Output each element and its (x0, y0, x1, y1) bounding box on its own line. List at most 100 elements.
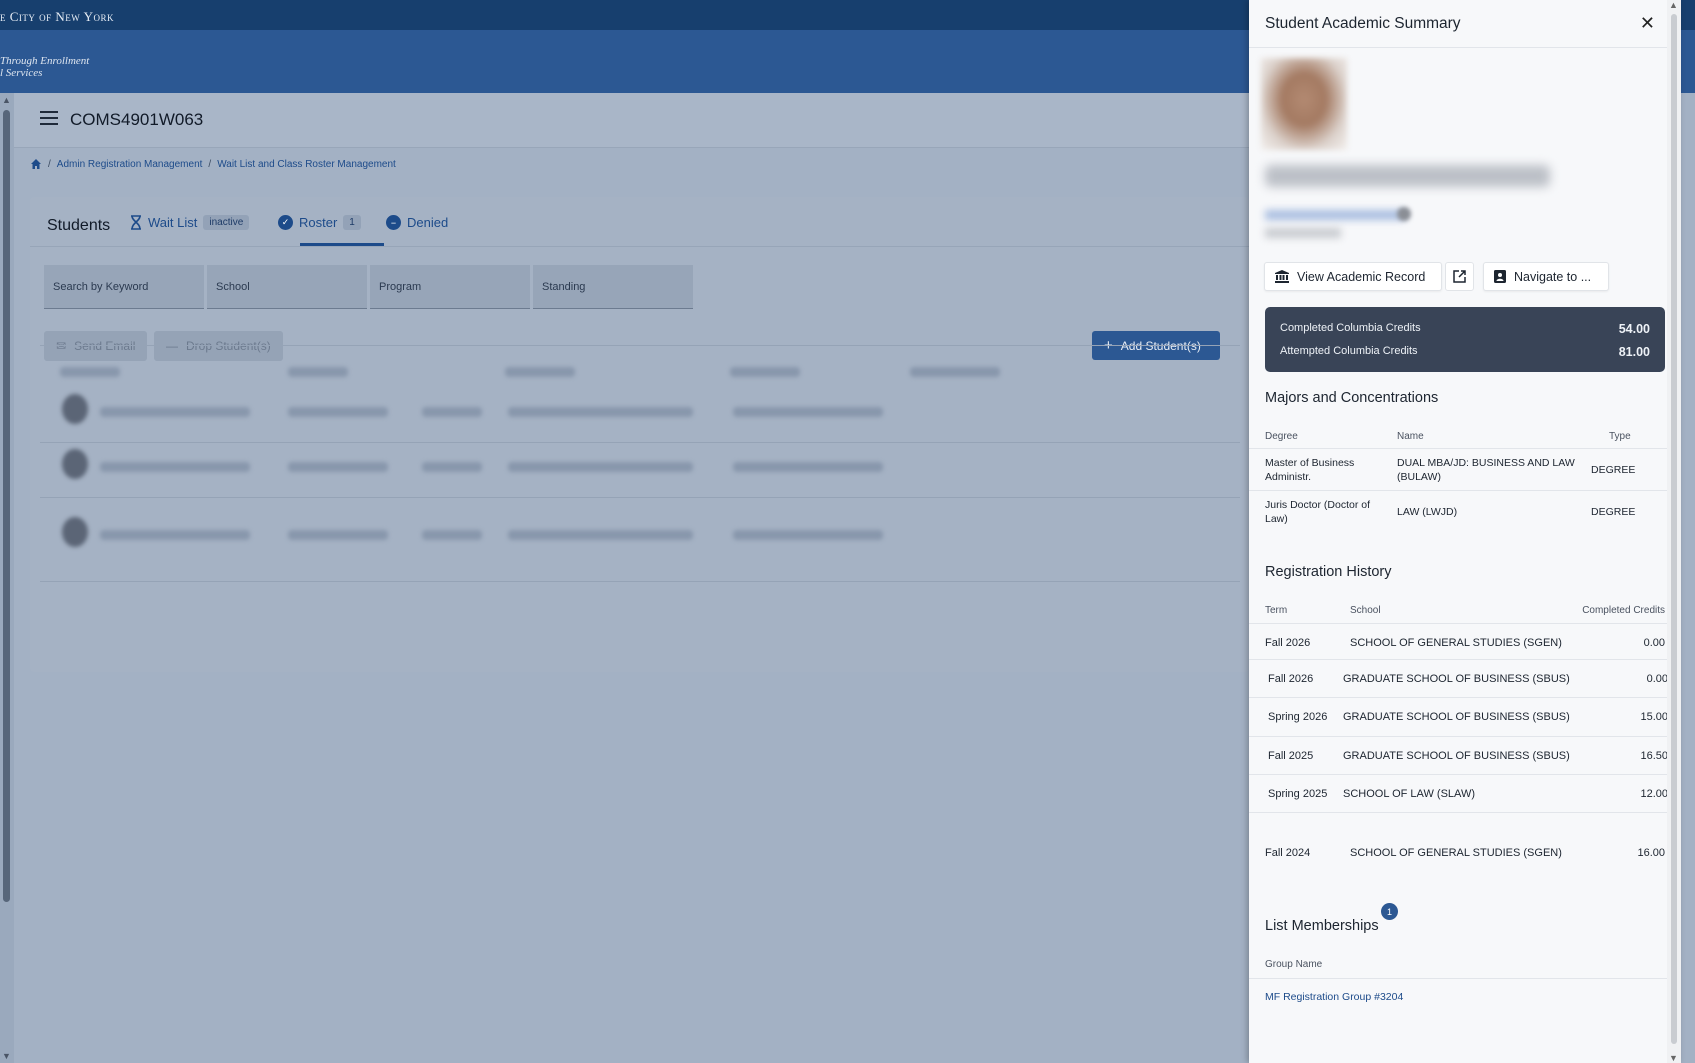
tab-divider (30, 246, 1249, 247)
breadcrumb-admin-registration[interactable]: Admin Registration Management (57, 159, 203, 170)
registration-header-term: Term (1265, 605, 1288, 616)
memberships-count-badge: 1 (1381, 903, 1398, 920)
breadcrumb-waitlist-roster[interactable]: Wait List and Class Roster Management (217, 159, 396, 170)
major-type: DEGREE (1591, 506, 1636, 518)
hourglass-icon (131, 215, 141, 230)
table-row (733, 407, 883, 417)
course-title: COMS4901W063 (70, 110, 204, 129)
credits-summary: Completed Columbia Credits 54.00 Attempt… (1265, 307, 1665, 372)
menu-icon[interactable] (40, 111, 58, 125)
external-link-icon (1453, 270, 1466, 283)
registration-credits: 16.50 (1640, 750, 1668, 762)
home-icon[interactable] (30, 158, 42, 170)
registration-term: Fall 2025 (1268, 750, 1314, 762)
group-name-link[interactable]: MF Registration Group #3204 (1265, 990, 1403, 1004)
table-divider (40, 345, 1240, 346)
divider (1249, 490, 1669, 491)
divider (1249, 978, 1667, 979)
blurred-header (910, 367, 1000, 377)
school-filter[interactable]: School (207, 265, 367, 309)
table-divider (40, 497, 1240, 498)
registration-credits: 15.00 (1640, 711, 1668, 723)
registration-header-school: School (1350, 605, 1381, 616)
majors-section-title: Majors and Concentrations (1265, 390, 1439, 406)
divider (1249, 697, 1667, 698)
divider (1249, 736, 1667, 737)
scrollbar-thumb[interactable] (1671, 14, 1677, 1044)
table-divider (40, 442, 1240, 443)
major-name: DUAL MBA/JD: BUSINESS AND LAW (BULAW) (1397, 457, 1575, 483)
close-icon[interactable]: ✕ (1640, 14, 1655, 32)
registration-school: GRADUATE SCHOOL OF BUSINESS (SBUS) (1343, 750, 1570, 762)
scroll-up-arrow-icon[interactable]: ▲ (1669, 0, 1678, 10)
completed-credits-label: Completed Columbia Credits (1280, 322, 1421, 334)
scroll-up-arrow-icon[interactable]: ▲ (2, 95, 11, 105)
blurred-header (730, 367, 800, 377)
copy-icon[interactable] (1397, 207, 1411, 221)
external-link-button[interactable] (1445, 262, 1474, 291)
breadcrumb: / Admin Registration Management / Wait L… (30, 158, 396, 170)
drop-students-button[interactable]: — Drop Student(s) (154, 331, 283, 361)
table-row (288, 530, 388, 540)
university-name: e City of New York (0, 9, 114, 24)
contact-card-icon (1494, 270, 1506, 283)
major-degree: Master of Business Administr. (1265, 457, 1355, 483)
table-row (288, 462, 388, 472)
divider (1249, 659, 1667, 660)
tab-roster[interactable]: ✓ Roster 1 (278, 215, 361, 230)
course-header: COMS4901W063 (14, 93, 1249, 148)
table-row: Spring 2025 SCHOOL OF LAW (SLAW) 12.00 (1268, 779, 1668, 809)
table-row[interactable] (100, 407, 250, 417)
registration-school: SCHOOL OF GENERAL STUDIES (SGEN) (1350, 847, 1562, 859)
completed-credits-row: Completed Columbia Credits 54.00 (1280, 322, 1650, 336)
tab-denied[interactable]: − Denied (386, 215, 448, 230)
table-row (733, 462, 883, 472)
table-row[interactable] (100, 530, 250, 540)
student-photo (1261, 58, 1347, 150)
registration-credits: 16.00 (1637, 847, 1665, 859)
memberships-section-title: List Memberships (1265, 918, 1379, 934)
divider (1249, 448, 1669, 449)
page-scrollbar[interactable]: ▲ ▼ (0, 93, 14, 1063)
table-row (508, 407, 693, 417)
standing-filter[interactable]: Standing (533, 265, 693, 309)
table-row (508, 462, 693, 472)
majors-header-degree: Degree (1265, 431, 1298, 442)
banner-tagline: Through Enrollment l Services (0, 55, 89, 79)
table-row[interactable] (100, 462, 250, 472)
check-circle-icon: ✓ (278, 215, 293, 230)
table-row: Fall 2026 GRADUATE SCHOOL OF BUSINESS (S… (1268, 664, 1668, 694)
divider (1249, 774, 1667, 775)
navigate-to-label: Navigate to ... (1514, 269, 1592, 284)
scroll-down-arrow-icon[interactable]: ▼ (1669, 1053, 1678, 1063)
table-row: Fall 2026 SCHOOL OF GENERAL STUDIES (SGE… (1265, 628, 1665, 658)
registration-credits: 0.00 (1646, 673, 1668, 685)
table-row: Fall 2025 GRADUATE SCHOOL OF BUSINESS (S… (1268, 741, 1668, 771)
send-email-button[interactable]: ✉ Send Email (44, 331, 148, 361)
registration-credits: 0.00 (1643, 637, 1665, 649)
navigate-to-button[interactable]: Navigate to ... (1483, 262, 1609, 291)
panel-scrollbar[interactable]: ▲ ▼ (1667, 0, 1681, 1063)
drop-students-label: Drop Student(s) (186, 339, 271, 353)
table-row (422, 407, 482, 417)
tagline-line-1: Through Enrollment (0, 55, 90, 67)
tab-wait-list-label: Wait List (148, 215, 198, 230)
divider (1249, 812, 1667, 813)
scrollbar-thumb[interactable] (3, 110, 10, 902)
tab-denied-label: Denied (407, 215, 449, 230)
student-name-redacted (1265, 165, 1550, 187)
memberships-header-group: Group Name (1265, 959, 1323, 970)
table-row: Fall 2024 SCHOOL OF GENERAL STUDIES (SGE… (1265, 838, 1665, 868)
avatar (62, 394, 88, 424)
view-academic-record-button[interactable]: View Academic Record (1264, 262, 1442, 291)
tab-wait-list[interactable]: Wait List inactive (130, 215, 250, 230)
keyword-search-input[interactable]: Search by Keyword (44, 265, 204, 309)
scroll-down-arrow-icon[interactable]: ▼ (2, 1051, 11, 1061)
attempted-credits-value: 81.00 (1618, 345, 1650, 359)
tab-roster-label: Roster (299, 215, 338, 230)
completed-credits-value: 54.00 (1618, 322, 1650, 336)
divider (1249, 623, 1667, 624)
view-academic-record-label: View Academic Record (1297, 269, 1426, 284)
bank-icon (1275, 270, 1289, 283)
program-filter[interactable]: Program (370, 265, 530, 309)
